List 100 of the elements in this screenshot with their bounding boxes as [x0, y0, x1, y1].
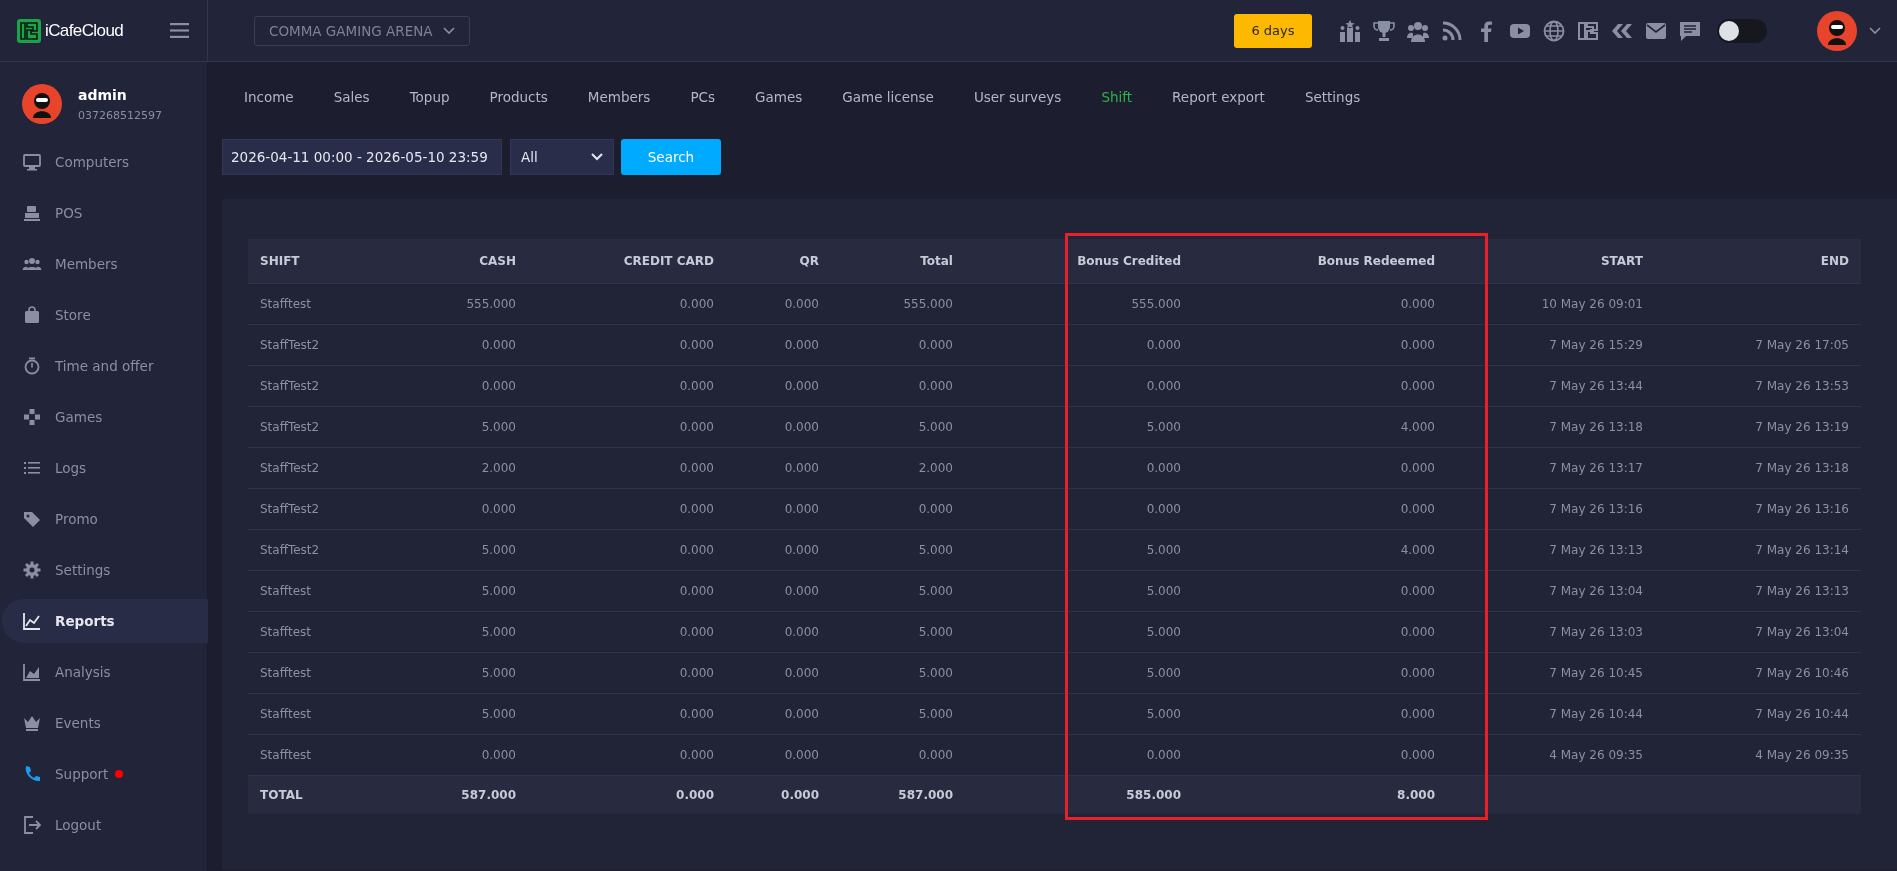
venue-dropdown[interactable]: COMMA GAMING ARENA — [254, 15, 470, 46]
table-cell: 7 May 26 13:13 — [1447, 529, 1655, 571]
table-cell: 7 May 26 13:04 — [1447, 570, 1655, 612]
area-chart-icon — [22, 662, 42, 682]
chat-button[interactable] — [1679, 19, 1701, 42]
table-cell: 0.000 — [831, 365, 965, 407]
sidebar-item[interactable]: Logs — [2, 446, 208, 490]
report-tab[interactable]: Shift — [1081, 78, 1153, 115]
table-cell: 5.000 — [965, 570, 1193, 612]
ranking-button[interactable] — [1339, 19, 1361, 42]
shopping-bag-icon — [22, 305, 42, 325]
total-cell: TOTAL — [248, 775, 398, 814]
globe-button[interactable] — [1543, 19, 1565, 42]
rss-icon — [1441, 19, 1463, 42]
sidebar-item[interactable]: Support — [2, 752, 208, 796]
report-tab[interactable]: PCs — [670, 78, 736, 115]
menu-button[interactable] — [170, 23, 189, 38]
table-cell: 7 May 26 10:45 — [1447, 652, 1655, 694]
table-cell: 7 May 26 13:53 — [1655, 365, 1861, 407]
type-select[interactable]: All — [510, 139, 614, 175]
table-cell: 5.000 — [398, 529, 528, 571]
app-logo-button[interactable] — [1577, 19, 1599, 42]
report-tab[interactable]: Income — [224, 78, 314, 115]
users-button[interactable] — [1407, 19, 1429, 42]
table-cell: 0.000 — [831, 324, 965, 366]
tag-icon — [22, 509, 42, 529]
date-range-field[interactable]: 2026-04-11 00:00 - 2026-05-10 23:59 — [222, 139, 502, 175]
table-cell: 0.000 — [528, 652, 726, 694]
table-cell: 7 May 26 17:05 — [1655, 324, 1861, 366]
table-cell: 7 May 26 10:46 — [1655, 652, 1861, 694]
chevron-down-icon — [1869, 26, 1881, 35]
sidebar-item[interactable]: Events — [2, 701, 208, 745]
table-cell: 5.000 — [831, 652, 965, 694]
total-cell: 8.000 — [1193, 775, 1447, 814]
trophy-button[interactable] — [1373, 19, 1395, 42]
table-cell: 5.000 — [965, 611, 1193, 653]
sidebar-item[interactable]: Settings — [2, 548, 208, 592]
table-cell: 0.000 — [1193, 324, 1447, 366]
sidebar-item[interactable]: Analysis — [2, 650, 208, 694]
logo-icon — [17, 18, 41, 43]
sidebar-item[interactable]: Time and offer — [2, 344, 208, 388]
column-header: CREDIT CARD — [528, 239, 726, 284]
table-cell: 0.000 — [398, 324, 528, 366]
table-cell: StaffTest2 — [248, 324, 398, 366]
report-tab[interactable]: User surveys — [953, 78, 1082, 115]
column-header: Bonus Redeemed — [1193, 239, 1447, 284]
sidebar-item[interactable]: Reports — [2, 599, 208, 643]
column-header: END — [1655, 239, 1861, 284]
user-name: admin — [78, 86, 128, 103]
report-tab[interactable]: Report export — [1152, 78, 1285, 115]
table-cell: 0.000 — [726, 529, 831, 571]
rss-button[interactable] — [1441, 19, 1463, 42]
table-cell: 555.000 — [831, 283, 965, 325]
theme-toggle[interactable] — [1717, 18, 1767, 43]
avatar-icon — [22, 84, 62, 124]
table-cell: StaffTest2 — [248, 488, 398, 530]
report-tab[interactable]: Games — [735, 78, 823, 115]
table-cell: StaffTest2 — [248, 447, 398, 489]
table-cell: 5.000 — [398, 570, 528, 612]
gamepad-icon — [22, 407, 42, 427]
sidebar-item[interactable]: Logout — [2, 803, 208, 847]
table-cell: Stafftest — [248, 652, 398, 694]
report-tab[interactable]: Products — [469, 78, 568, 115]
report-tab[interactable]: Settings — [1284, 78, 1381, 115]
report-tab[interactable]: Game license — [822, 78, 954, 115]
table-cell: 0.000 — [726, 611, 831, 653]
table-cell: 0.000 — [831, 488, 965, 530]
table-cell: 0.000 — [1193, 693, 1447, 735]
table-cell: 0.000 — [726, 693, 831, 735]
table-cell: 10 May 26 09:01 — [1447, 283, 1655, 325]
table-cell: 5.000 — [965, 529, 1193, 571]
sidebar-item[interactable]: Games — [2, 395, 208, 439]
table-cell: 5.000 — [831, 611, 965, 653]
report-tab[interactable]: Sales — [313, 78, 390, 115]
report-tab[interactable]: Topup — [389, 78, 470, 115]
table-cell: 2.000 — [398, 447, 528, 489]
sidebar-item[interactable]: Promo — [2, 497, 208, 541]
users-icon — [1407, 19, 1429, 42]
table-cell: 0.000 — [726, 488, 831, 530]
report-tab[interactable]: Members — [567, 78, 671, 115]
total-cell: 0.000 — [726, 775, 831, 814]
sidebar-item[interactable]: POS — [2, 191, 208, 235]
table-cell: 5.000 — [965, 693, 1193, 735]
table-cell: 7 May 26 13:17 — [1447, 447, 1655, 489]
sidebar-item[interactable]: Computers — [2, 140, 208, 184]
total-cell: 587.000 — [398, 775, 528, 814]
sidebar-item[interactable]: Members — [2, 242, 208, 286]
user-menu-button[interactable] — [1817, 10, 1881, 51]
column-header: SHIFT — [248, 239, 398, 284]
table-cell: 7 May 26 13:19 — [1655, 406, 1861, 448]
table-cell: 7 May 26 13:03 — [1447, 611, 1655, 653]
ranking-icon — [1339, 19, 1361, 42]
table-cell: 0.000 — [398, 365, 528, 407]
table-cell: Stafftest — [248, 283, 398, 325]
avatar-icon — [1817, 10, 1857, 51]
license-badge[interactable]: 6 days — [1234, 13, 1312, 48]
sidebar-item[interactable]: Store — [2, 293, 208, 337]
table-cell: 7 May 26 13:18 — [1447, 406, 1655, 448]
total-cell: 585.000 — [965, 775, 1193, 814]
column-header: Bonus Credited — [965, 239, 1193, 284]
